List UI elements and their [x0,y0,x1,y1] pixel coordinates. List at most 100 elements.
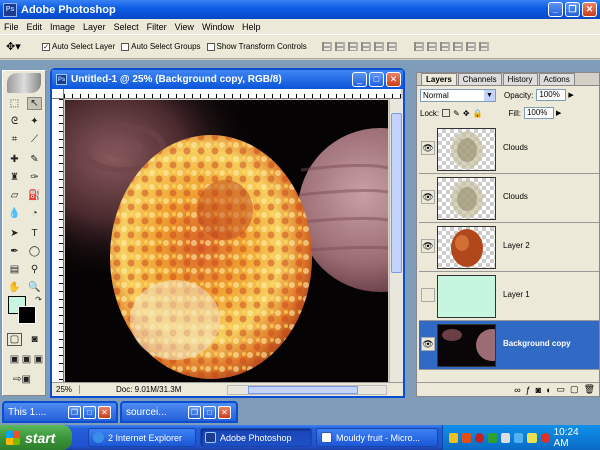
restore-button[interactable]: ❐ [188,405,201,419]
lock-position-icon[interactable]: ✥ [463,109,470,118]
restore-button[interactable]: ❐ [68,405,81,419]
background-color-swatch[interactable] [18,306,36,324]
new-layer-icon[interactable]: ▢ [570,384,579,395]
minimized-window-1[interactable]: This 1.... ❐ □ ✕ [2,401,118,423]
tray-util-icon[interactable] [527,432,537,443]
tray-volume-icon[interactable] [501,432,511,443]
task-adobe-photoshop[interactable]: Adobe Photoshop [200,428,312,447]
tray-app-icon[interactable] [462,432,472,443]
document-close-button[interactable]: ✕ [386,72,401,87]
layer-name[interactable]: Clouds [503,143,528,152]
standard-mode-icon[interactable]: ▢ [7,333,22,346]
history-brush-tool-icon[interactable]: ✑ [27,171,42,184]
path-selection-tool-icon[interactable]: ➤ [7,227,22,240]
clock[interactable]: 10:24 AM [554,427,592,449]
jump-to-imageready-icon[interactable]: ⇨▣ [7,373,37,386]
vertical-scroll-thumb[interactable] [391,113,402,273]
ruler-origin[interactable] [52,89,64,99]
opacity-arrow-icon[interactable]: ▶ [568,91,573,99]
close-button[interactable]: ✕ [218,405,231,419]
document-title-bar[interactable]: Ps Untitled-1 @ 25% (Background copy, RG… [52,70,403,89]
maximize-button[interactable]: □ [83,405,96,419]
distribute-hcenter-icon[interactable] [465,42,476,51]
type-tool-icon[interactable]: T [27,227,42,240]
full-screen-mode-icon[interactable]: ▣ [31,353,46,366]
align-vcenter-icon[interactable] [334,42,345,51]
quick-mask-mode-icon[interactable]: ◙ [27,333,42,346]
dodge-tool-icon[interactable]: ◔ [27,207,42,220]
tray-network-icon[interactable] [488,432,498,443]
maximize-button[interactable]: □ [203,405,216,419]
opacity-input[interactable]: 100% [536,89,567,101]
menu-layer[interactable]: Layer [83,22,106,32]
document-minimize-button[interactable]: _ [352,72,367,87]
notes-tool-icon[interactable]: ▤ [7,263,22,276]
tray-folder-icon[interactable] [449,432,459,443]
align-hcenter-icon[interactable] [373,42,384,51]
photoshop-feather-icon[interactable] [7,73,41,93]
align-bottom-icon[interactable] [347,42,358,51]
lock-image-icon[interactable]: ✎ [453,109,460,118]
layer-name[interactable]: Clouds [503,192,528,201]
image-canvas[interactable] [65,100,388,382]
clone-stamp-tool-icon[interactable]: ♜ [7,171,22,184]
close-button[interactable]: ✕ [582,2,597,17]
magic-wand-tool-icon[interactable]: ✦ [27,115,42,128]
trash-icon[interactable]: 🗑 [584,384,595,395]
eye-icon[interactable]: 👁 [421,141,435,155]
vertical-scrollbar[interactable] [389,99,403,382]
layer-row-background-copy[interactable]: 👁 Background copy [419,321,599,370]
show-transform-controls-checkbox[interactable] [206,42,215,51]
start-button[interactable]: start [0,425,72,450]
eraser-tool-icon[interactable]: ▱ [7,189,22,202]
adjustment-layer-icon[interactable]: ◐ [546,385,551,395]
eyedropper-tool-icon[interactable]: ⚲ [27,263,42,276]
eye-icon[interactable]: 👁 [421,190,435,204]
layer-row-layer-2[interactable]: 👁 Layer 2 [419,223,599,272]
align-top-icon[interactable] [321,42,332,51]
align-right-icon[interactable] [386,42,397,51]
layer-name[interactable]: Layer 1 [503,290,530,299]
auto-select-groups-option[interactable]: Auto Select Groups [121,42,201,51]
distribute-top-icon[interactable] [413,42,424,51]
lock-transparent-icon[interactable] [442,109,451,117]
layer-row-clouds-1[interactable]: 👁 Clouds [419,125,599,174]
tray-stop-icon[interactable] [475,432,485,443]
auto-select-layer-option[interactable]: ✓ Auto Select Layer [42,42,115,51]
close-button[interactable]: ✕ [98,405,111,419]
layer-row-layer-1[interactable]: Layer 1 [419,272,599,321]
blur-tool-icon[interactable]: 💧 [7,207,22,220]
auto-select-groups-checkbox[interactable] [121,42,130,51]
horizontal-ruler[interactable] [64,89,401,99]
minimize-button[interactable]: _ [548,2,563,17]
layer-name[interactable]: Background copy [503,339,571,348]
lasso-tool-icon[interactable]: ᘓ [7,115,22,128]
app-title-bar[interactable]: Ps Adobe Photoshop _ ❐ ✕ [0,0,600,19]
menu-file[interactable]: File [4,22,19,32]
tab-channels[interactable]: Channels [457,73,502,85]
doc-size-info[interactable]: Doc: 9.01M/31.3M [116,385,196,394]
distribute-right-icon[interactable] [478,42,489,51]
document-window[interactable]: Ps Untitled-1 @ 25% (Background copy, RG… [50,68,405,398]
distribute-vcenter-icon[interactable] [426,42,437,51]
pen-tool-icon[interactable]: ✒ [7,245,22,258]
brush-tool-icon[interactable]: ✎ [27,153,42,166]
vertical-ruler[interactable] [52,99,64,382]
slice-tool-icon[interactable]: ⟋ [27,133,42,146]
layer-name[interactable]: Layer 2 [503,241,530,250]
fill-input[interactable]: 100% [523,107,554,119]
move-tool-icon[interactable]: ↖ [27,97,42,110]
eye-icon[interactable]: 👁 [421,239,435,253]
paint-bucket-tool-icon[interactable]: ⛽ [27,189,42,202]
menu-edit[interactable]: Edit [27,22,43,32]
document-maximize-button[interactable]: □ [369,72,384,87]
menu-help[interactable]: Help [242,22,261,32]
marquee-tool-icon[interactable]: ⬚ [7,97,22,110]
minimized-window-2[interactable]: sourcei... ❐ □ ✕ [120,401,238,423]
menu-select[interactable]: Select [114,22,139,32]
distribute-bottom-icon[interactable] [439,42,450,51]
distribute-left-icon[interactable] [452,42,463,51]
show-transform-controls-option[interactable]: Show Transform Controls [206,42,307,51]
task-internet-explorer[interactable]: 2 Internet Explorer [88,428,196,447]
menu-view[interactable]: View [175,22,194,32]
